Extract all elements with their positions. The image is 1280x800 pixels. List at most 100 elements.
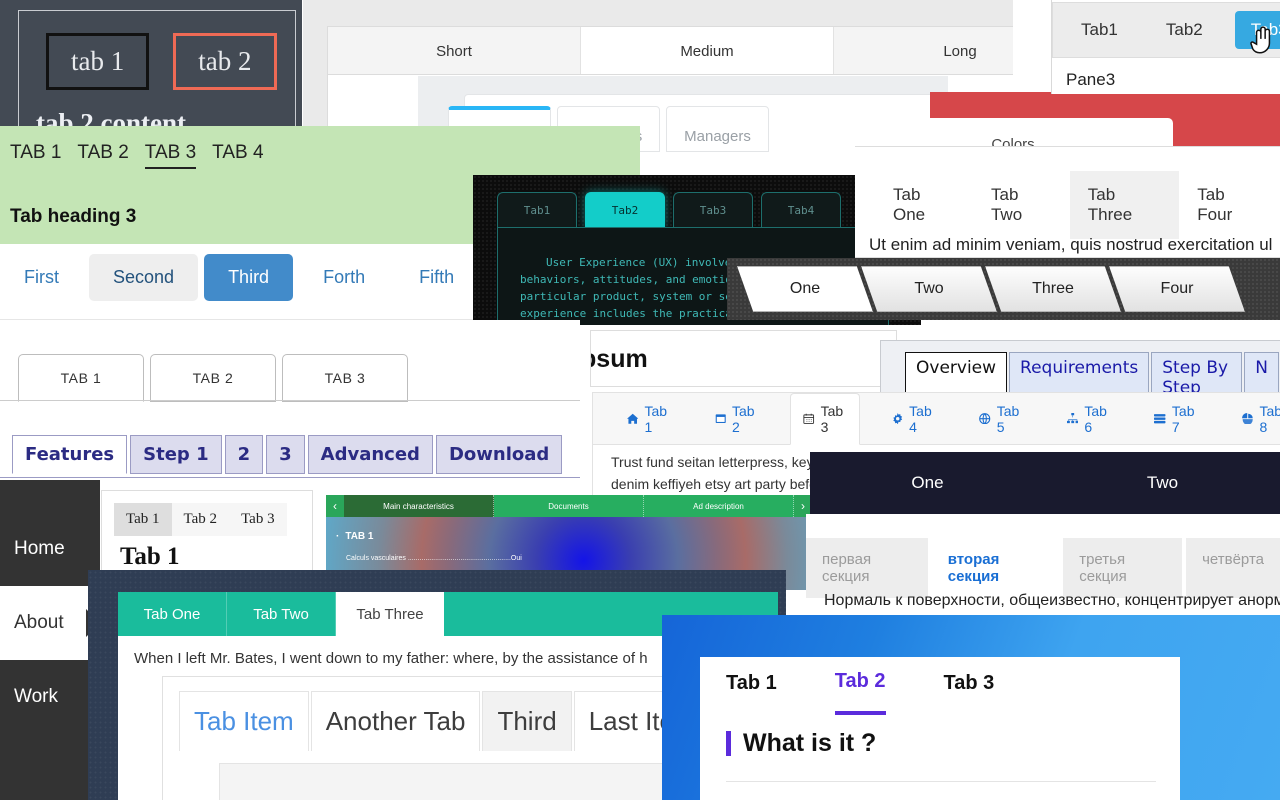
tab-list: One Two: [810, 452, 1280, 514]
tab-short[interactable]: Short: [328, 27, 581, 75]
tab-tab2[interactable]: Tab2: [585, 192, 665, 228]
tab-tab-3[interactable]: Tab 3: [229, 503, 287, 536]
tab-step-3[interactable]: 3: [266, 435, 305, 474]
tab-tab-1[interactable]: Tab 1: [726, 656, 777, 713]
tab-tab-1[interactable]: TAB 1: [18, 354, 144, 402]
tab-documents[interactable]: Documents: [494, 495, 644, 517]
tab-tab-2[interactable]: Tab 2: [703, 394, 771, 444]
divider: [0, 477, 580, 478]
tab-features[interactable]: Features: [12, 435, 128, 474]
tab-medium[interactable]: Medium: [581, 27, 834, 75]
tab-overview[interactable]: Overview: [905, 352, 1008, 396]
tab-three[interactable]: Three: [985, 266, 1121, 312]
tab-tab-4[interactable]: Tab 4: [880, 394, 948, 444]
prev-arrow-icon[interactable]: ‹: [326, 495, 344, 517]
divider: [726, 781, 1156, 782]
tab-fifth[interactable]: Fifth: [395, 254, 478, 301]
nav-item-work[interactable]: Work: [0, 660, 100, 734]
tab-third-section[interactable]: третья секция: [1063, 538, 1183, 598]
tab-forth[interactable]: Forth: [299, 254, 389, 301]
panel-title: TAB 1: [336, 531, 373, 542]
tab-third[interactable]: Third: [482, 691, 572, 751]
tab-list: Tab 1 Tab 2 Tab 3: [700, 656, 1180, 715]
tab-tab-2[interactable]: TAB 2: [77, 142, 128, 169]
blue-pill-tab-card: Tab1 Tab2 Tab3 Pane3: [1051, 0, 1280, 94]
tab-step-1[interactable]: Step 1: [130, 435, 222, 474]
tab-ad-description[interactable]: Ad description: [644, 495, 794, 517]
tab-another-tab[interactable]: Another Tab: [310, 691, 481, 751]
tab-second-section[interactable]: вторая секция: [931, 538, 1060, 598]
tab-tab3[interactable]: Tab3: [1234, 11, 1280, 49]
tab-tab-two[interactable]: Tab Two: [227, 592, 336, 636]
tab-tab-1[interactable]: Tab 1: [615, 394, 683, 444]
tab-list: Tab1 Tab2 Tab3: [1052, 2, 1280, 58]
tab-one[interactable]: One: [810, 452, 1045, 514]
tab-list: tab 1 tab 2: [46, 33, 277, 90]
tab-tab1[interactable]: Tab1: [1065, 11, 1134, 49]
tab-next[interactable]: N: [1244, 352, 1279, 396]
plain-tab-card: Tab One Tab Two Tab Three Tab Four Ut en…: [855, 146, 1280, 258]
tab-tab-4[interactable]: TAB 4: [212, 142, 263, 169]
tab-tab-1[interactable]: Tab 1: [114, 503, 172, 536]
tab-label: Tab 7: [1171, 402, 1195, 435]
pie-chart-icon: [1242, 411, 1253, 426]
tab-advanced[interactable]: Advanced: [307, 435, 433, 474]
tab-third[interactable]: Third: [204, 254, 294, 301]
tab-tab-2[interactable]: Tab 2: [171, 503, 230, 536]
tab-tab1[interactable]: Tab1: [497, 192, 577, 228]
tab-step-by-step[interactable]: Step By Step: [1151, 352, 1243, 396]
tab-tab-7[interactable]: Tab 7: [1142, 394, 1210, 444]
tab-two[interactable]: Two: [1045, 452, 1280, 514]
tab-first-section[interactable]: первая секция: [806, 538, 928, 598]
divider: [0, 400, 580, 401]
tab-tab-2[interactable]: Tab 2: [834, 654, 886, 715]
tab-fourth-section[interactable]: четвёрта: [1186, 538, 1280, 598]
tab-panel-content: Ut enim ad minim veniam, quis nostrud ex…: [869, 235, 1273, 254]
tab-tab-3[interactable]: TAB 3: [144, 142, 197, 169]
tab-tab-3[interactable]: Tab 3: [790, 393, 860, 445]
tab-step-2[interactable]: 2: [224, 435, 264, 474]
tab-tab-four[interactable]: Tab Four: [1179, 171, 1280, 239]
nav-item-about[interactable]: About: [0, 586, 100, 660]
tab-long[interactable]: Long: [834, 27, 1013, 75]
tab-tab-one[interactable]: Tab One: [875, 171, 973, 239]
tab-tab-1[interactable]: TAB 1: [10, 142, 61, 169]
tab-tab-8[interactable]: Tab 8: [1230, 394, 1280, 444]
tab-list: Features Step 1 2 3 Advanced Download: [12, 435, 563, 474]
tab-requirements[interactable]: Requirements: [1009, 352, 1150, 396]
tab-managers[interactable]: Managers: [666, 106, 769, 152]
tab-label: Tab 3: [820, 403, 844, 435]
tab-tab-three[interactable]: Tab Three: [336, 592, 444, 636]
tab-label: Tab 4: [909, 402, 932, 435]
blue-gradient-tab-card-wrapper: Tab 1 Tab 2 Tab 3 What is it ?: [662, 615, 1280, 800]
tab-tab-6[interactable]: Tab 6: [1055, 394, 1123, 444]
tab-tab-3[interactable]: TAB 3: [282, 354, 408, 402]
tab-tab3[interactable]: Tab3: [673, 192, 753, 228]
tab-one[interactable]: One: [737, 266, 873, 312]
tab-tab-2[interactable]: TAB 2: [150, 354, 276, 402]
tab-tab-5[interactable]: Tab 5: [967, 394, 1035, 444]
tab-panel-label: Pane3: [1066, 70, 1116, 89]
tab-tab-2[interactable]: tab 2: [173, 33, 277, 90]
tab-two[interactable]: Two: [861, 266, 997, 312]
tab-list: One Two Three Four: [737, 266, 1245, 312]
nav-item-home[interactable]: Home: [0, 512, 100, 586]
tab-tab2[interactable]: Tab2: [1150, 11, 1219, 49]
tab-first[interactable]: First: [0, 254, 83, 301]
tab-download[interactable]: Download: [435, 435, 563, 474]
tab-tab-3[interactable]: Tab 3: [944, 656, 995, 713]
tab-tab-two[interactable]: Tab Two: [973, 171, 1070, 239]
russian-tab-card: первая секция вторая секция третья секци…: [806, 514, 1280, 620]
tab-tab-one[interactable]: Tab One: [118, 592, 227, 636]
tab-four[interactable]: Four: [1109, 266, 1245, 312]
panel-row: Calculs vasculaires ....................…: [346, 555, 522, 562]
tab-second[interactable]: Second: [89, 254, 199, 301]
tab-tab-1[interactable]: tab 1: [46, 33, 150, 90]
tab-label: Tab 8: [1259, 402, 1280, 435]
tab-list: Short Medium Long: [327, 26, 1013, 75]
tab-main-characteristics[interactable]: Main characteristics: [344, 495, 494, 517]
tab-tab4[interactable]: Tab4: [761, 192, 841, 228]
tab-tab-three[interactable]: Tab Three: [1069, 171, 1180, 239]
tab-tab-item[interactable]: Tab Item: [179, 691, 309, 751]
